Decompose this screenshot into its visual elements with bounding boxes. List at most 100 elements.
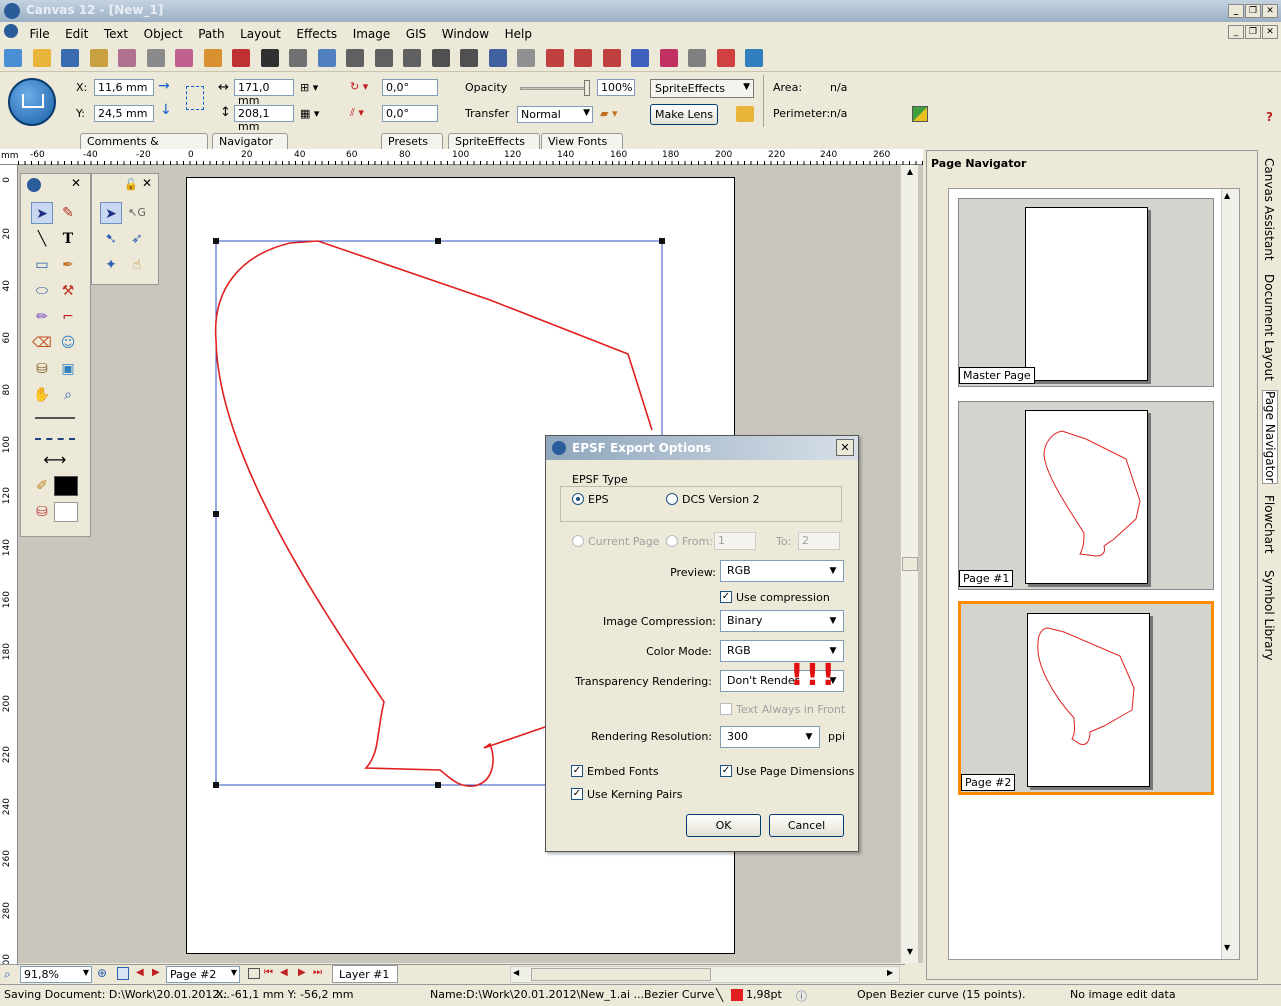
toolbox-close-icon[interactable]: ✕ [71,176,81,190]
grab-tool-icon[interactable]: ☝ [126,254,148,276]
layers-icon[interactable] [248,968,260,979]
master-page-label: Master Page [959,367,1035,384]
image-compression-value: Binary [727,614,763,627]
line-weight-icon[interactable] [35,417,75,419]
master-page-thumbnail[interactable]: Master Page [958,198,1214,387]
stroke-color-swatch[interactable] [54,476,78,496]
lasso-tool-icon[interactable]: ➷ [100,228,122,250]
brush-tool-icon[interactable]: ✎ [57,202,79,224]
to-field[interactable]: 2 [798,532,840,550]
help-icon[interactable]: ? [1266,110,1273,124]
tab-document-layout[interactable]: Document Layout [1262,274,1276,381]
pencil-tool-icon[interactable]: ✏ [31,306,53,328]
camera-tool-icon[interactable]: ▣ [57,358,79,380]
scroll-down-icon[interactable]: ▼ [903,947,917,961]
eps-radio-label[interactable]: EPS [588,493,609,506]
embed-fonts-checkbox[interactable]: ✓ [571,765,583,777]
page-1-thumbnail[interactable]: Page #1 [958,401,1214,590]
fill-color-swatch[interactable] [54,502,78,522]
from-field[interactable]: 1 [714,532,756,550]
use-page-dimensions-checkbox[interactable]: ✓ [720,765,732,777]
last-layer-icon[interactable]: ⏭ [313,967,322,978]
doc-minimize-button[interactable]: _ [1228,25,1244,39]
doc-restore-button[interactable]: ❐ [1245,25,1261,39]
from-radio[interactable] [666,535,678,547]
use-compression-checkbox[interactable]: ✓ [720,591,732,603]
tab-symbol-library[interactable]: Symbol Library [1262,570,1276,660]
zoom-select[interactable]: 91,8% ▼ [20,966,92,983]
zoom-in-icon[interactable]: ⊕ [97,966,107,980]
arrowhead-icon[interactable]: ⟷ [35,449,75,471]
layer-tab[interactable]: Layer #1 [332,965,398,983]
page-2-thumbnail[interactable]: Page #2 [958,601,1214,795]
zoom-tool-icon[interactable]: ⌕ [57,384,79,406]
dcs-radio-label[interactable]: DCS Version 2 [682,493,760,506]
eraser-tool-icon[interactable]: ⌫ [31,332,53,354]
knife-tool-icon[interactable]: ⚒ [57,280,79,302]
paint-bucket-tool-icon[interactable]: ⛁ [31,358,53,380]
prev-page-icon[interactable]: ◀ [136,967,144,978]
magic-select-tool-icon[interactable]: ✦ [100,254,122,276]
canvas-vertical-scrollbar[interactable]: ▲ ▼ [900,165,918,963]
text-always-front-checkbox[interactable] [720,703,732,715]
panel-lock-icon[interactable]: 🔓 [124,178,138,191]
zoom-icon[interactable]: ⌕ [4,967,11,982]
oval-tool-icon[interactable]: ⬭ [31,280,53,302]
minimize-button[interactable]: _ [1228,4,1244,18]
eyedropper-tool-icon[interactable]: ⌐ [57,306,79,328]
ok-button[interactable]: OK [686,814,761,837]
scroll-left-icon[interactable]: ◀ [513,968,519,977]
direct-select-tool-icon[interactable]: ➶ [126,228,148,250]
dialog-title: EPSF Export Options [572,441,712,455]
nav-scroll-up-icon[interactable]: ▲ [1224,191,1230,200]
cancel-button[interactable]: Cancel [769,814,844,837]
maximize-button[interactable]: ❐ [1245,4,1261,18]
tab-page-navigator[interactable]: Page Navigator [1262,390,1278,484]
dialog-close-button[interactable]: ✕ [836,439,854,456]
line-tool-icon[interactable]: ╲ [31,228,53,250]
navigator-scrollbar[interactable]: ▲ ▼ [1221,189,1239,959]
page-icon[interactable] [117,967,129,980]
eps-radio[interactable] [572,493,584,505]
stroke-color-icon[interactable]: ✐ [31,475,53,497]
tab-canvas-assistant[interactable]: Canvas Assistant [1262,158,1276,261]
transparency-rendering-value: Don't Render [727,674,800,687]
embed-fonts-label[interactable]: Embed Fonts [587,765,659,778]
next-page-icon[interactable]: ▶ [152,967,160,978]
h-scroll-thumb[interactable] [531,968,711,981]
dcs-radio[interactable] [666,493,678,505]
pen-tool-icon[interactable]: ✒ [57,254,79,276]
use-page-dimensions-label[interactable]: Use Page Dimensions [736,765,854,778]
tab-flowchart[interactable]: Flowchart [1262,495,1276,554]
page-select[interactable]: Page #2 ▼ [166,966,240,983]
close-button[interactable]: ✕ [1262,4,1278,18]
scroll-up-icon[interactable]: ▲ [903,167,917,181]
next-layer-icon[interactable]: ▶ [298,967,306,978]
prev-layer-icon[interactable]: ◀ [280,967,288,978]
nav-scroll-down-icon[interactable]: ▼ [1224,943,1230,952]
group-select-tool-icon[interactable]: ↖G [126,202,148,224]
first-layer-icon[interactable]: ⏮ [264,967,273,978]
text-tool-icon[interactable]: T [57,228,79,250]
selection-tool-icon[interactable]: ➤ [31,202,53,224]
doc-close-button[interactable]: ✕ [1262,25,1278,39]
preview-select[interactable]: RGB ▼ [720,560,844,582]
scroll-right-icon[interactable]: ▶ [887,968,893,977]
kerning-pairs-label[interactable]: Use Kerning Pairs [587,788,682,801]
use-compression-label[interactable]: Use compression [736,591,830,604]
dash-style-icon[interactable] [35,438,75,440]
kerning-pairs-checkbox[interactable]: ✓ [571,788,583,800]
symbol-tool-icon[interactable]: ☺ [57,332,79,354]
horizontal-scrollbar[interactable]: ◀ ▶ [510,966,900,983]
preview-label: Preview: [670,566,716,579]
rectangle-tool-icon[interactable]: ▭ [31,254,53,276]
panel-close-icon[interactable]: ✕ [142,176,152,190]
image-compression-select[interactable]: Binary ▼ [720,610,844,632]
rendering-resolution-select[interactable]: 300 ▼ [720,726,820,748]
fill-color-icon[interactable]: ⛁ [31,501,53,523]
page-navigator-title: Page Navigator [931,157,1027,170]
current-page-radio[interactable] [572,535,584,547]
scroll-thumb[interactable] [902,557,918,571]
hand-tool-icon[interactable]: ✋ [31,384,53,406]
pointer-tool-icon[interactable]: ➤ [100,202,122,224]
